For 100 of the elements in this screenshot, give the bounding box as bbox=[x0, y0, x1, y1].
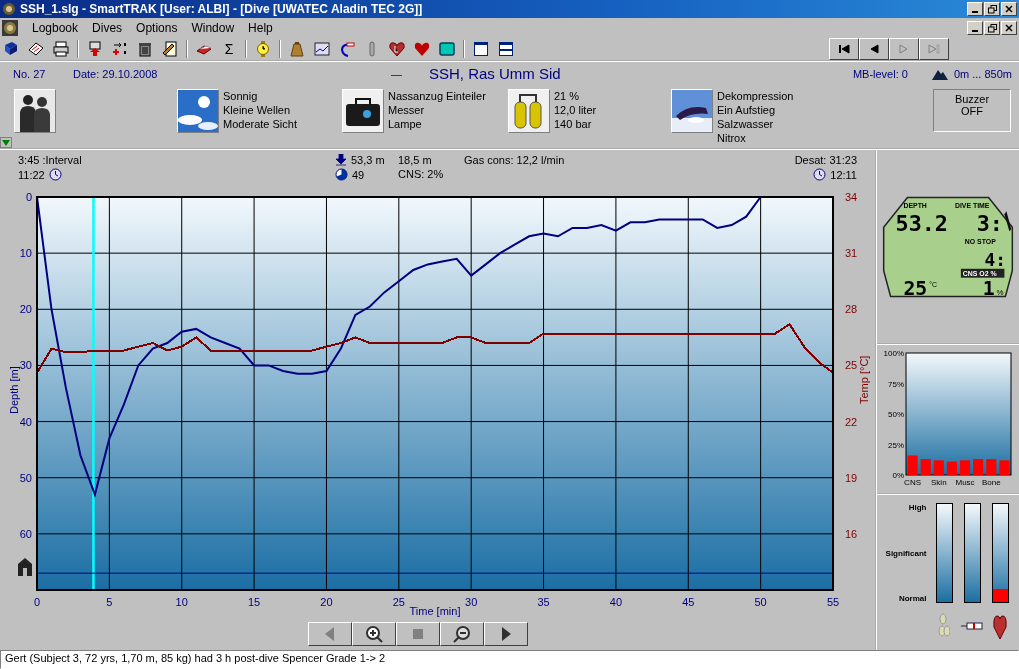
axis-label: 30 bbox=[465, 596, 478, 608]
heart-icon bbox=[389, 41, 405, 57]
monitor-button[interactable] bbox=[86, 40, 104, 58]
axis-label: 0 bbox=[25, 191, 32, 203]
axis-label: 20 bbox=[320, 596, 333, 608]
axis-label: 34 bbox=[845, 191, 858, 203]
menu-item[interactable]: Help bbox=[248, 21, 273, 35]
navigation-button[interactable] bbox=[859, 38, 889, 60]
desaturation-time: Desat: 31:23 bbox=[794, 154, 857, 166]
buzzer-value: OFF bbox=[961, 105, 983, 117]
notebook-icon bbox=[28, 41, 44, 57]
document-button[interactable] bbox=[161, 40, 179, 58]
playback-button[interactable] bbox=[439, 622, 484, 646]
sum-button[interactable]: Σ bbox=[220, 40, 238, 58]
info-text: 140 bar bbox=[554, 117, 593, 131]
notebook-button[interactable] bbox=[27, 40, 45, 58]
cns-value: CNS: 2% bbox=[398, 168, 445, 180]
max-depth: 53,3 m bbox=[351, 154, 385, 166]
info-text: Salzwasser bbox=[717, 117, 775, 131]
close-button[interactable] bbox=[1001, 2, 1017, 16]
axis-label: 20 bbox=[19, 303, 32, 316]
close-icon bbox=[1005, 5, 1013, 13]
axis-label: 28 bbox=[845, 303, 858, 316]
axis-label: 22 bbox=[845, 415, 858, 428]
axis-title: Temp [°C] bbox=[858, 355, 870, 404]
skip-start-icon bbox=[837, 43, 851, 55]
info-text: Moderate Sicht bbox=[223, 117, 297, 131]
info-text: Ein Aufstieg bbox=[717, 103, 777, 117]
clock-icon bbox=[48, 168, 62, 181]
weather-icon bbox=[178, 90, 218, 132]
axis-label: 25% bbox=[888, 440, 904, 450]
playback-button[interactable] bbox=[483, 622, 528, 646]
interval-text: 3:45 :Interval bbox=[18, 154, 83, 166]
scale-label: Normal bbox=[898, 594, 927, 603]
screen-icon bbox=[439, 41, 455, 57]
split-window-button[interactable] bbox=[497, 40, 515, 58]
axis-label: 30 bbox=[19, 359, 32, 372]
menu-item[interactable]: Logbook bbox=[32, 21, 79, 35]
minimize-button[interactable] bbox=[967, 21, 983, 35]
menu-item[interactable]: Dives bbox=[92, 21, 123, 35]
divers-icon bbox=[15, 90, 55, 132]
dive-number: No. 27 bbox=[13, 67, 47, 80]
menu-item[interactable]: Window bbox=[191, 21, 235, 35]
trash-button[interactable] bbox=[136, 40, 154, 58]
watch-button[interactable] bbox=[254, 40, 272, 58]
info-text: Sonnig bbox=[223, 89, 259, 103]
restore-button[interactable] bbox=[984, 2, 1000, 16]
menu-item[interactable]: Options bbox=[136, 21, 178, 35]
info-text: Nassanzug Einteiler bbox=[388, 89, 486, 103]
start-time: 11:22 bbox=[18, 168, 45, 181]
curve-icon bbox=[339, 41, 355, 57]
axis-label: 5 bbox=[106, 596, 113, 608]
close-button[interactable] bbox=[1001, 21, 1017, 35]
axis-label: 0% bbox=[892, 471, 904, 480]
printer-button[interactable] bbox=[52, 40, 70, 58]
heart-icon bbox=[993, 613, 1008, 639]
plus-arrow-icon bbox=[112, 41, 128, 57]
axis-title: Time [min] bbox=[409, 605, 461, 617]
scale-label: Significant bbox=[885, 548, 927, 558]
time-reading: 3: bbox=[976, 211, 1003, 237]
temperature-reading: 25 bbox=[903, 276, 928, 300]
weight-button[interactable] bbox=[288, 40, 306, 58]
axis-label: Skin bbox=[931, 478, 947, 487]
restore-icon bbox=[987, 23, 997, 33]
mb-level: MB-level: 0 bbox=[852, 67, 908, 80]
screen-button[interactable] bbox=[438, 40, 456, 58]
document-icon bbox=[162, 41, 178, 57]
diver-icon bbox=[672, 90, 712, 132]
minimize-button[interactable] bbox=[967, 2, 983, 16]
graph-button[interactable] bbox=[313, 40, 331, 58]
expand-button[interactable] bbox=[0, 137, 12, 148]
bag-icon bbox=[343, 90, 383, 132]
dive-site: SSH, Ras Umm Sid bbox=[429, 65, 561, 82]
curve-button[interactable] bbox=[338, 40, 356, 58]
navigation-button[interactable] bbox=[829, 38, 859, 60]
saturation-bar bbox=[960, 460, 971, 475]
axis-label: 40 bbox=[19, 415, 32, 428]
heart-button[interactable] bbox=[388, 40, 406, 58]
end-time: 12:11 bbox=[830, 168, 857, 181]
buzzer-label: Buzzer bbox=[954, 93, 990, 105]
restore-button[interactable] bbox=[984, 21, 1000, 35]
playback-button[interactable] bbox=[351, 622, 396, 646]
app-icon bbox=[2, 2, 16, 16]
plus-arrow-button[interactable] bbox=[111, 40, 129, 58]
graph-icon bbox=[314, 41, 330, 57]
info-text: Lampe bbox=[388, 117, 423, 131]
window-button[interactable] bbox=[472, 40, 490, 58]
skip-end-icon bbox=[927, 43, 941, 55]
unit-label: % bbox=[996, 287, 1004, 297]
axis-label: 60 bbox=[19, 527, 32, 540]
saturation-bar bbox=[933, 460, 944, 475]
arc-segment bbox=[1004, 211, 1012, 232]
axis-label: 15 bbox=[247, 596, 261, 608]
down-arrow-icon bbox=[335, 154, 347, 166]
down-triangle-icon bbox=[2, 139, 10, 146]
heart-button[interactable] bbox=[413, 40, 431, 58]
book-button[interactable] bbox=[2, 40, 20, 58]
axis-label: Musc bbox=[955, 478, 975, 487]
info-text: 12,0 liter bbox=[554, 103, 597, 117]
saturation-bar bbox=[946, 461, 957, 475]
